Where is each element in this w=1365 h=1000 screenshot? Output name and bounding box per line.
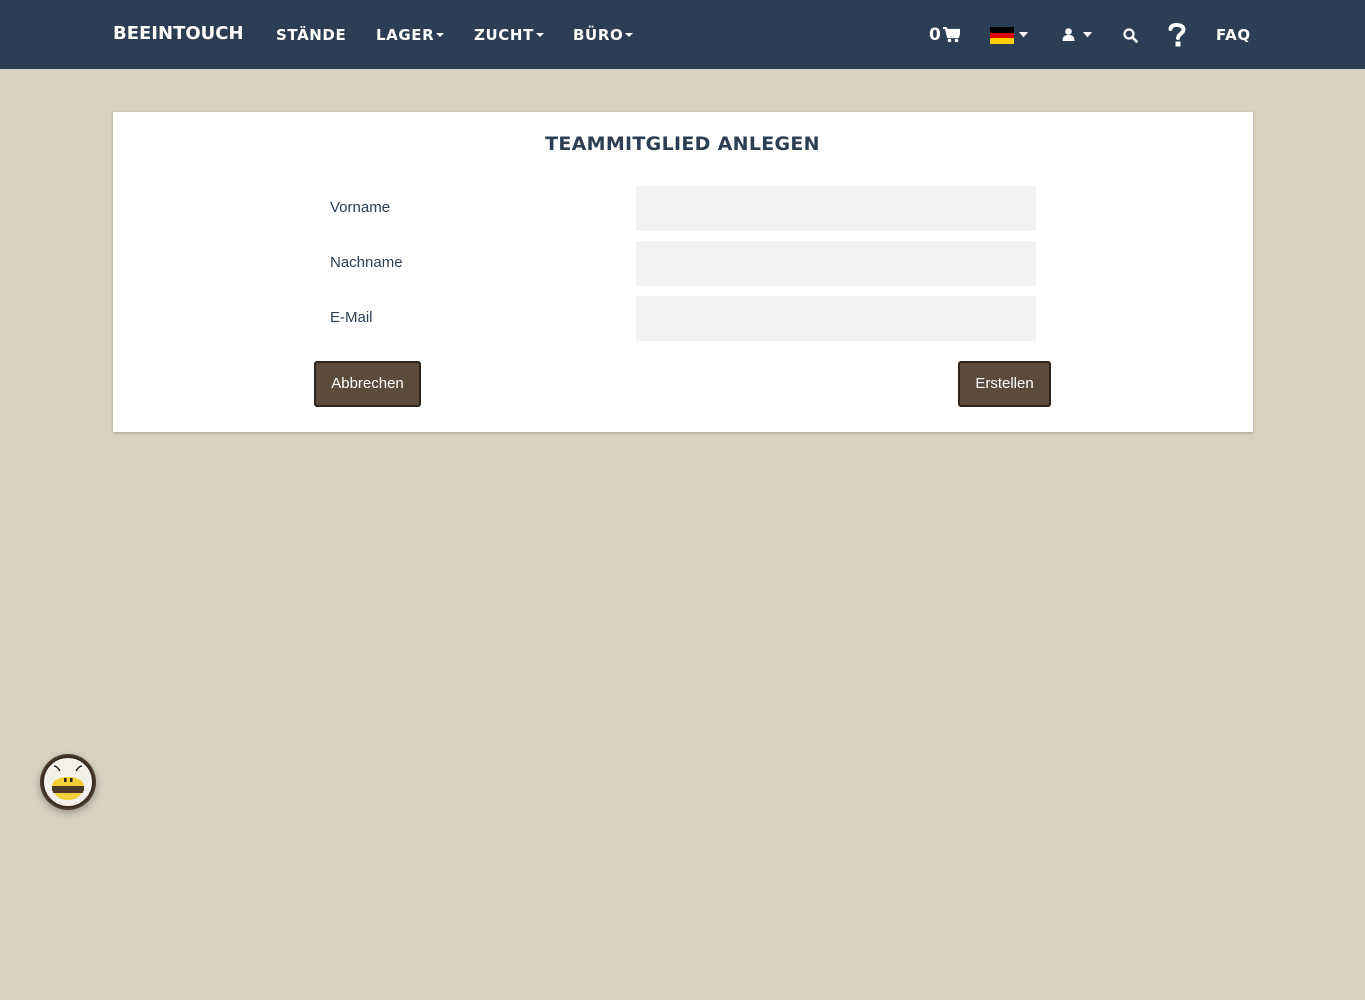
caret-down-icon: [1019, 32, 1028, 38]
nav-item-lager[interactable]: LAGER: [376, 26, 445, 44]
nav-item-label: LAGER: [376, 26, 435, 44]
question-mark-icon[interactable]: [1168, 22, 1186, 47]
caret-down-icon: [436, 32, 445, 37]
nav-item-label: ZUCHT: [474, 26, 534, 44]
nav-item-buero[interactable]: BÜRO: [573, 26, 634, 44]
cart-count: 0: [929, 25, 941, 45]
nav-item-staende[interactable]: STÄNDE: [276, 26, 346, 44]
email-input[interactable]: [636, 296, 1036, 341]
nav-item-label: BÜRO: [573, 26, 624, 44]
bee-assistant-button[interactable]: [40, 754, 96, 810]
brand-logo[interactable]: BEEINTOUCH: [113, 23, 244, 45]
nav-item-zucht[interactable]: ZUCHT: [474, 26, 544, 44]
lastname-label: Nachname: [330, 254, 403, 271]
create-button[interactable]: Erstellen: [958, 361, 1051, 407]
firstname-label: Vorname: [330, 199, 391, 216]
page-title: TEAMMITGLIED ANLEGEN: [545, 133, 820, 155]
lastname-input[interactable]: [636, 241, 1036, 286]
top-navbar: BEEINTOUCH STÄNDE LAGER ZUCHT BÜRO 0 FAQ: [0, 0, 1365, 69]
search-icon[interactable]: [1123, 28, 1138, 43]
shopping-cart-icon: [943, 27, 960, 43]
caret-down-icon: [625, 32, 634, 37]
cancel-button[interactable]: Abbrechen: [314, 361, 421, 407]
bee-mascot-icon: [42, 756, 94, 808]
german-flag-icon: [990, 27, 1014, 44]
faq-link[interactable]: FAQ: [1216, 26, 1251, 44]
nav-item-label: STÄNDE: [276, 26, 347, 44]
caret-down-icon: [535, 32, 544, 37]
user-icon: [1062, 28, 1075, 41]
caret-down-icon: [1083, 32, 1092, 38]
firstname-input[interactable]: [636, 186, 1036, 231]
email-label: E-Mail: [330, 309, 373, 326]
